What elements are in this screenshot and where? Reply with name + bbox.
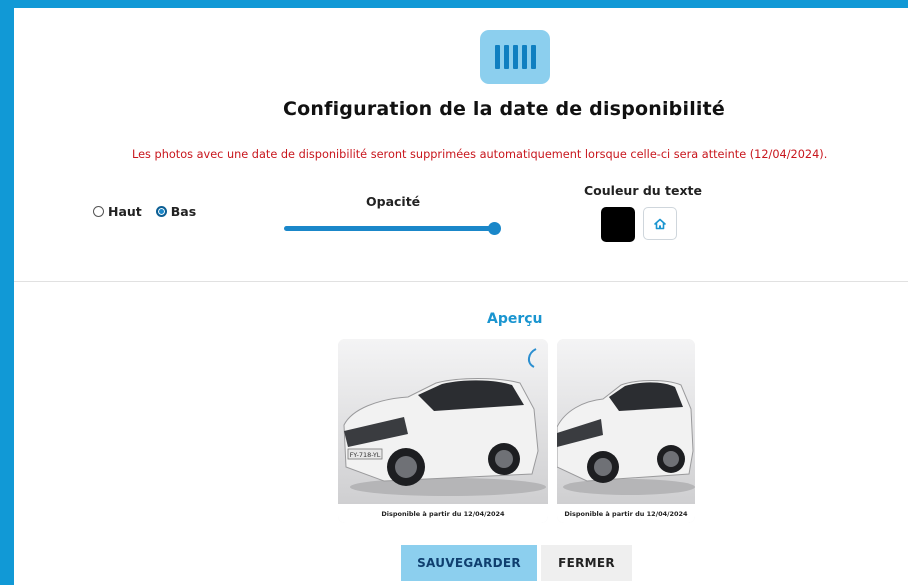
barcode-icon — [480, 30, 550, 84]
radio-haut[interactable] — [93, 206, 104, 217]
section-divider — [14, 281, 908, 282]
text-color-label: Couleur du texte — [584, 183, 703, 198]
home-icon — [654, 218, 666, 229]
opacity-slider-thumb[interactable] — [488, 222, 501, 235]
close-button[interactable]: FERMER — [541, 545, 632, 581]
car-photo: FY-718-YL — [338, 339, 548, 504]
save-button[interactable]: SAUVEGARDER — [401, 545, 537, 581]
preview-caption: Disponible à partir du 12/04/2024 — [338, 504, 548, 523]
preview-label: Aperçu — [487, 311, 543, 327]
reset-color-button[interactable] — [643, 207, 677, 240]
car-photo — [557, 339, 695, 504]
preview-card-1: FY-718-YL Disponible à partir du 12/04/2… — [338, 339, 548, 523]
page-title: Configuration de la date de disponibilit… — [283, 98, 725, 120]
opacity-label: Opacité — [366, 194, 421, 209]
plate-text: FY-718-YL — [350, 451, 381, 459]
radio-bas[interactable] — [155, 206, 167, 217]
text-color-swatch[interactable] — [601, 207, 635, 242]
radio-bas-label[interactable]: Bas — [171, 204, 196, 219]
warning-message: Les photos avec une date de disponibilit… — [132, 148, 828, 161]
opacity-slider-track[interactable] — [284, 226, 496, 231]
position-radio-group: Haut Bas — [93, 204, 206, 219]
radio-haut-label[interactable]: Haut — [108, 204, 142, 219]
preview-card-2: Disponible à partir du 12/04/2024 — [557, 339, 695, 523]
preview-caption: Disponible à partir du 12/04/2024 — [557, 504, 695, 523]
